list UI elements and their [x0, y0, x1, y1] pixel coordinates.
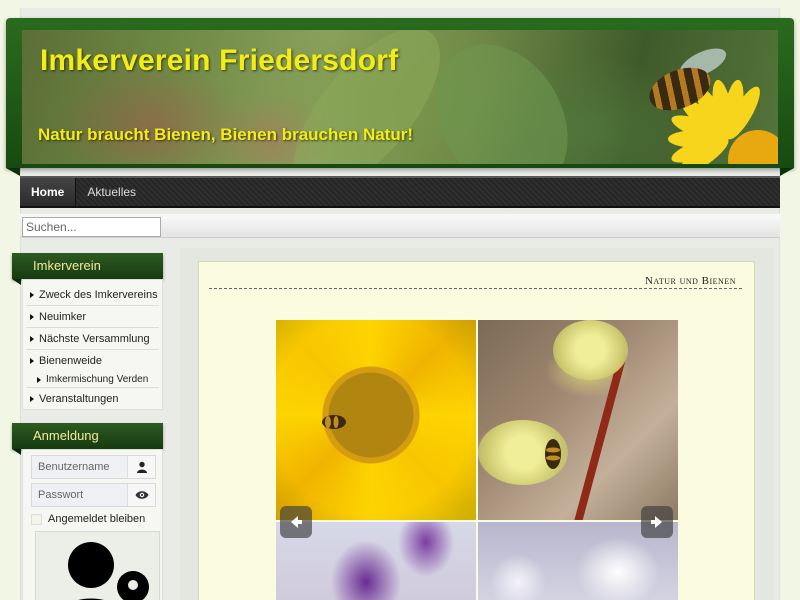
- password-field[interactable]: [32, 484, 128, 506]
- username-field[interactable]: [32, 456, 128, 478]
- article-heading[interactable]: Natur und Bienen: [645, 275, 736, 287]
- remember-checkbox[interactable]: [31, 513, 42, 525]
- arrow-right-icon[interactable]: [641, 506, 673, 538]
- menu-item-neuimker[interactable]: Neuimker: [26, 306, 159, 328]
- heading-divider: [209, 288, 742, 289]
- site-slogan: Natur braucht Bienen, Bienen brauchen Na…: [38, 125, 413, 144]
- triangle-right-icon: [30, 358, 34, 364]
- triangle-right-icon: [30, 313, 34, 320]
- user-icon: [127, 456, 155, 478]
- remember-label: Angemeldet bleiben: [48, 513, 146, 525]
- triangle-right-icon: [30, 395, 34, 402]
- remember-me[interactable]: Angemeldet bleiben: [31, 513, 145, 525]
- site-title[interactable]: Imkerverein Friedersdorf: [40, 44, 398, 78]
- users-icon: [68, 542, 152, 600]
- triangle-right-icon: [30, 335, 34, 342]
- main-navigation: Home Aktuelles: [20, 176, 780, 208]
- menu-item-label: Bienenweide: [39, 355, 102, 367]
- image-gallery: [276, 320, 678, 600]
- menu-item-imkermischung[interactable]: Imkermischung Verden: [26, 372, 159, 388]
- nav-item-aktuelles[interactable]: Aktuelles: [76, 178, 147, 206]
- dandelion-with-bee: [578, 30, 778, 164]
- login-form: Angemeldet bleiben: [22, 449, 163, 600]
- eye-icon[interactable]: [127, 484, 155, 506]
- bee: [322, 415, 346, 429]
- password-row: [31, 483, 156, 507]
- search-input[interactable]: [22, 217, 161, 237]
- bee: [545, 439, 561, 469]
- username-row: [31, 455, 156, 479]
- login-module-title: Anmeldung: [12, 423, 163, 455]
- menu-item-zweck[interactable]: Zweck des Imkervereins: [26, 284, 159, 306]
- menu-item-versammlung[interactable]: Nächste Versammlung: [26, 328, 159, 350]
- triangle-right-icon: [37, 376, 41, 383]
- nav-item-home[interactable]: Home: [20, 178, 77, 206]
- menu-item-label: Imkermischung Verden: [46, 374, 149, 385]
- menu-item-label: Nächste Versammlung: [39, 332, 150, 345]
- menu-item-veranstaltungen[interactable]: Veranstaltungen: [26, 388, 159, 410]
- menu-module-title: Imkerverein: [12, 253, 163, 285]
- catkin: [553, 320, 628, 380]
- menu-item-bienenweide[interactable]: Bienenweide: [26, 350, 159, 372]
- avatar: [35, 531, 160, 600]
- main-menu: Zweck des Imkervereins Neuimker Nächste …: [22, 279, 163, 410]
- gallery-image-willow[interactable]: [478, 320, 678, 520]
- menu-item-label: Veranstaltungen: [39, 392, 119, 405]
- gallery-image-sunflower[interactable]: [276, 320, 476, 520]
- menu-item-label: Zweck des Imkervereins: [39, 288, 158, 301]
- menu-item-label: Neuimker: [39, 310, 87, 323]
- arrow-left-icon[interactable]: [280, 506, 312, 538]
- page: Imkerverein Friedersdorf Natur braucht B…: [0, 0, 800, 600]
- triangle-right-icon: [30, 291, 34, 298]
